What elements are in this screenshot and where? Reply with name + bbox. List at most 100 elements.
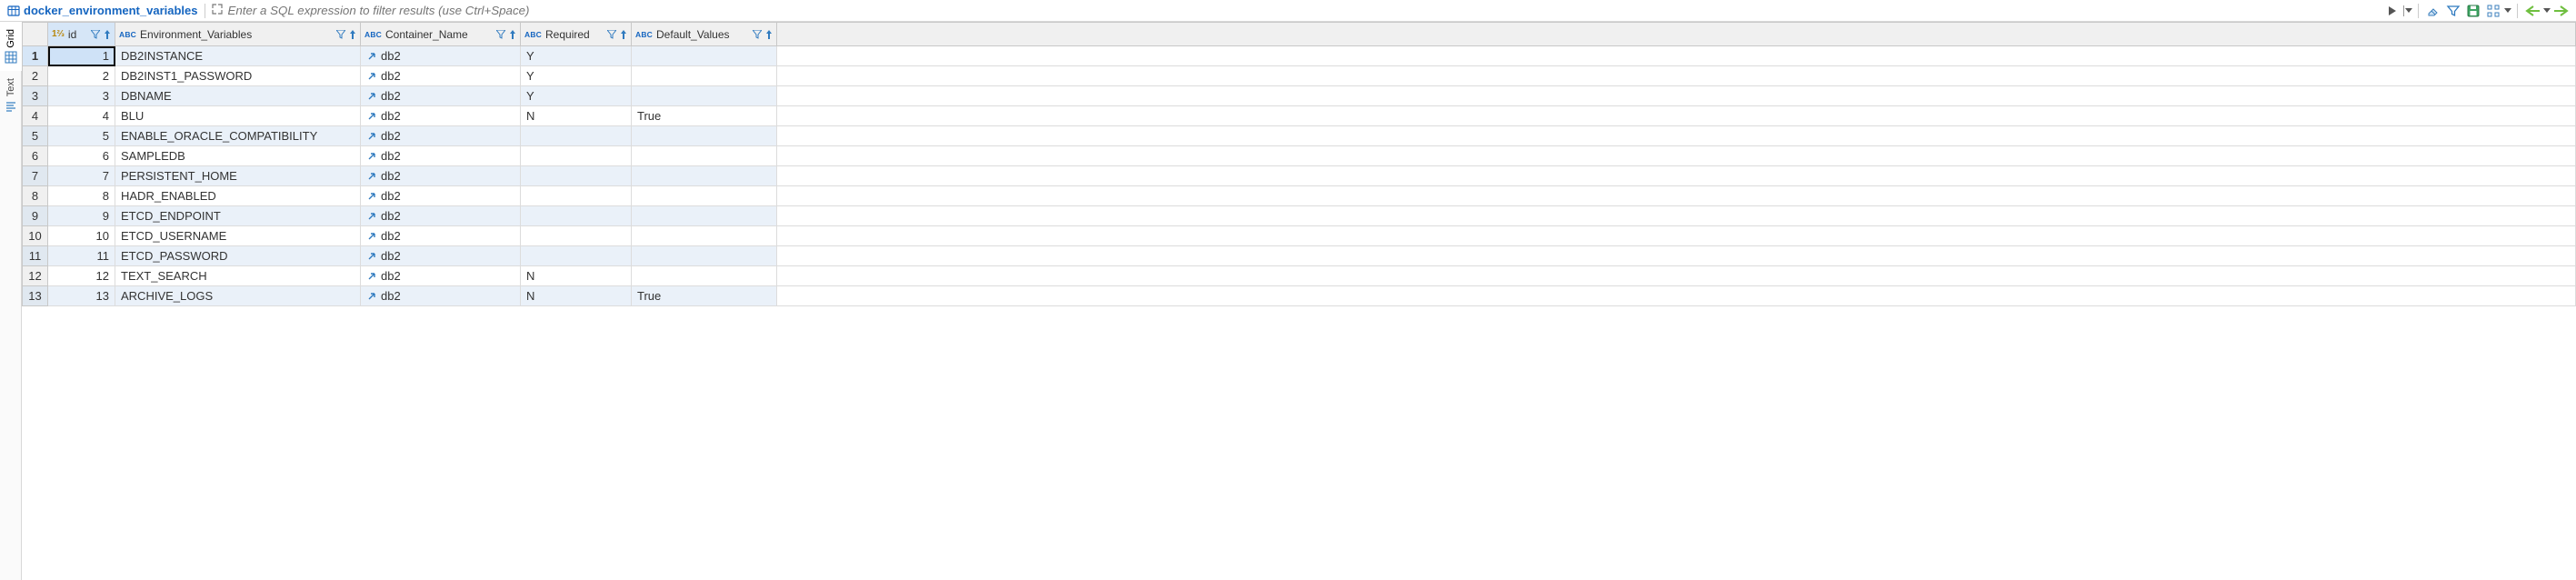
filter-icon[interactable] bbox=[753, 30, 762, 39]
cell-id[interactable]: 3 bbox=[48, 86, 115, 106]
sort-icon[interactable] bbox=[349, 30, 356, 39]
cell-environment-variables[interactable]: ETCD_ENDPOINT bbox=[115, 206, 361, 226]
cell-required[interactable]: N bbox=[521, 106, 632, 126]
cell-required[interactable] bbox=[521, 226, 632, 246]
cell-default-values[interactable] bbox=[632, 226, 777, 246]
expand-icon[interactable] bbox=[211, 3, 224, 18]
cell-required[interactable] bbox=[521, 206, 632, 226]
row-number[interactable]: 3 bbox=[23, 86, 48, 106]
cell-environment-variables[interactable]: HADR_ENABLED bbox=[115, 186, 361, 206]
cell-id[interactable]: 11 bbox=[48, 246, 115, 266]
cell-id[interactable]: 4 bbox=[48, 106, 115, 126]
cell-default-values[interactable]: True bbox=[632, 106, 777, 126]
cell-required[interactable] bbox=[521, 126, 632, 146]
cell-default-values[interactable] bbox=[632, 126, 777, 146]
cell-default-values[interactable]: True bbox=[632, 286, 777, 306]
cell-container-name[interactable]: db2 bbox=[361, 246, 521, 266]
row-number[interactable]: 6 bbox=[23, 146, 48, 166]
sort-icon[interactable] bbox=[104, 30, 111, 39]
cell-container-name[interactable]: db2 bbox=[361, 126, 521, 146]
save-data-icon[interactable] bbox=[2464, 2, 2482, 20]
cell-default-values[interactable] bbox=[632, 246, 777, 266]
cell-environment-variables[interactable]: TEXT_SEARCH bbox=[115, 266, 361, 286]
sort-icon[interactable] bbox=[620, 30, 627, 39]
cell-environment-variables[interactable]: SAMPLEDB bbox=[115, 146, 361, 166]
cell-default-values[interactable] bbox=[632, 206, 777, 226]
cell-id[interactable]: 2 bbox=[48, 66, 115, 86]
cell-default-values[interactable] bbox=[632, 46, 777, 66]
cell-container-name[interactable]: db2 bbox=[361, 286, 521, 306]
row-number[interactable]: 9 bbox=[23, 206, 48, 226]
cell-id[interactable]: 1 bbox=[48, 46, 115, 66]
forward-arrow-icon[interactable] bbox=[2552, 2, 2571, 20]
cell-environment-variables[interactable]: ARCHIVE_LOGS bbox=[115, 286, 361, 306]
cell-container-name[interactable]: db2 bbox=[361, 226, 521, 246]
filter-icon[interactable] bbox=[607, 30, 616, 39]
cell-id[interactable]: 6 bbox=[48, 146, 115, 166]
cell-id[interactable]: 7 bbox=[48, 166, 115, 186]
cell-id[interactable]: 10 bbox=[48, 226, 115, 246]
cell-environment-variables[interactable]: PERSISTENT_HOME bbox=[115, 166, 361, 186]
cell-default-values[interactable] bbox=[632, 166, 777, 186]
cell-id[interactable]: 8 bbox=[48, 186, 115, 206]
run-button[interactable] bbox=[2383, 2, 2401, 20]
column-header-required[interactable]: ABC Required bbox=[521, 23, 632, 46]
cell-id[interactable]: 5 bbox=[48, 126, 115, 146]
customize-icon[interactable] bbox=[2484, 2, 2502, 20]
cell-default-values[interactable] bbox=[632, 266, 777, 286]
row-number[interactable]: 12 bbox=[23, 266, 48, 286]
cell-required[interactable]: Y bbox=[521, 66, 632, 86]
column-header-id[interactable]: 1⅔ id bbox=[48, 23, 115, 46]
cell-environment-variables[interactable]: ENABLE_ORACLE_COMPATIBILITY bbox=[115, 126, 361, 146]
back-arrow-icon[interactable] bbox=[2523, 2, 2541, 20]
cell-container-name[interactable]: db2 bbox=[361, 186, 521, 206]
cell-required[interactable]: N bbox=[521, 286, 632, 306]
row-number[interactable]: 4 bbox=[23, 106, 48, 126]
filter-icon[interactable] bbox=[91, 30, 100, 39]
cell-container-name[interactable]: db2 bbox=[361, 146, 521, 166]
row-number[interactable]: 5 bbox=[23, 126, 48, 146]
sql-filter-input[interactable] bbox=[225, 2, 2383, 20]
cell-id[interactable]: 9 bbox=[48, 206, 115, 226]
cell-id[interactable]: 13 bbox=[48, 286, 115, 306]
cell-default-values[interactable] bbox=[632, 86, 777, 106]
tab-text[interactable]: Text bbox=[0, 71, 22, 120]
row-number[interactable]: 7 bbox=[23, 166, 48, 186]
column-header-environment-variables[interactable]: ABC Environment_Variables bbox=[115, 23, 361, 46]
cell-required[interactable]: Y bbox=[521, 86, 632, 106]
cell-required[interactable] bbox=[521, 246, 632, 266]
eraser-icon[interactable] bbox=[2424, 2, 2442, 20]
row-number[interactable]: 10 bbox=[23, 226, 48, 246]
panel-filter-icon[interactable] bbox=[2444, 2, 2462, 20]
cell-container-name[interactable]: db2 bbox=[361, 166, 521, 186]
back-menu[interactable] bbox=[2543, 8, 2551, 13]
row-number[interactable]: 8 bbox=[23, 186, 48, 206]
data-grid[interactable]: 1⅔ id ABC Environment_Variables bbox=[22, 22, 2576, 580]
cell-default-values[interactable] bbox=[632, 66, 777, 86]
customize-menu[interactable] bbox=[2504, 8, 2511, 13]
sort-icon[interactable] bbox=[765, 30, 773, 39]
row-number[interactable]: 13 bbox=[23, 286, 48, 306]
cell-container-name[interactable]: db2 bbox=[361, 206, 521, 226]
filter-icon[interactable] bbox=[336, 30, 345, 39]
cell-environment-variables[interactable]: DB2INSTANCE bbox=[115, 46, 361, 66]
cell-required[interactable]: Y bbox=[521, 46, 632, 66]
filter-icon[interactable] bbox=[496, 30, 505, 39]
row-number[interactable]: 2 bbox=[23, 66, 48, 86]
cell-environment-variables[interactable]: ETCD_PASSWORD bbox=[115, 246, 361, 266]
cell-container-name[interactable]: db2 bbox=[361, 266, 521, 286]
cell-required[interactable] bbox=[521, 166, 632, 186]
row-number[interactable]: 11 bbox=[23, 246, 48, 266]
cell-id[interactable]: 12 bbox=[48, 266, 115, 286]
column-header-default-values[interactable]: ABC Default_Values bbox=[632, 23, 777, 46]
cell-environment-variables[interactable]: DBNAME bbox=[115, 86, 361, 106]
cell-environment-variables[interactable]: ETCD_USERNAME bbox=[115, 226, 361, 246]
cell-environment-variables[interactable]: BLU bbox=[115, 106, 361, 126]
cell-environment-variables[interactable]: DB2INST1_PASSWORD bbox=[115, 66, 361, 86]
cell-default-values[interactable] bbox=[632, 186, 777, 206]
cell-default-values[interactable] bbox=[632, 146, 777, 166]
sort-icon[interactable] bbox=[509, 30, 516, 39]
cell-required[interactable] bbox=[521, 186, 632, 206]
row-corner[interactable] bbox=[23, 23, 48, 46]
cell-container-name[interactable]: db2 bbox=[361, 46, 521, 66]
